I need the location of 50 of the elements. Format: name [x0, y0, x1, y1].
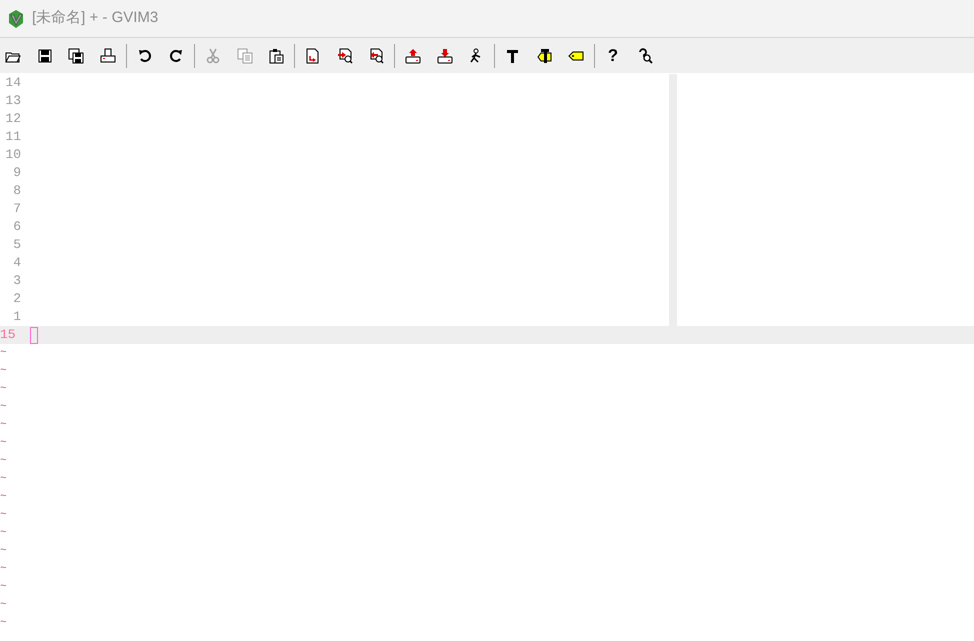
empty-line-tilde: ~ [0, 454, 8, 469]
line-number: 14 [4, 74, 21, 92]
line-number: 5 [12, 236, 21, 254]
line-number: 7 [12, 200, 21, 218]
window-title: [未命名] + - GVIM3 [32, 8, 158, 28]
empty-line-tilde: ~ [0, 346, 8, 361]
line-number: 3 [12, 272, 21, 290]
empty-line-tilde: ~ [0, 544, 8, 559]
line-number: 2 [12, 290, 21, 308]
floppy-disks-icon [68, 48, 84, 64]
line-number: 12 [4, 110, 21, 128]
vim-logo-icon [6, 8, 26, 28]
printer-icon [100, 48, 116, 64]
empty-line-tilde: ~ [0, 472, 8, 487]
line-number: 13 [4, 92, 21, 110]
undo-arrow-icon [136, 48, 152, 64]
tag-hammer-icon [536, 48, 552, 64]
empty-line-tilde: ~ [0, 580, 8, 595]
clipboard-icon [268, 48, 284, 64]
tray-up-arrow-icon [405, 48, 421, 64]
empty-line-tilde: ~ [0, 364, 8, 379]
current-line-number: 15 [0, 326, 17, 344]
line-number: 9 [12, 164, 21, 182]
line-number: 11 [4, 128, 21, 146]
scissors-icon [205, 48, 221, 64]
empty-line-tilde: ~ [0, 490, 8, 505]
question-magnifier-icon [636, 48, 652, 64]
tray-down-arrow-icon [436, 48, 452, 64]
empty-line-tilde: ~ [0, 400, 8, 415]
page-magnifier-arrow-icon [368, 48, 384, 64]
line-number: 8 [12, 182, 21, 200]
text-cursor [30, 326, 38, 344]
line-number: 4 [12, 254, 21, 272]
empty-line-tilde: ~ [0, 418, 8, 433]
page-replace-icon [305, 48, 321, 64]
page-magnifier-arrow-icon [336, 48, 352, 64]
empty-line-tilde: ~ [0, 616, 8, 631]
empty-line-tilde: ~ [0, 562, 8, 577]
hammer-icon [505, 48, 521, 64]
line-number: 10 [4, 146, 21, 164]
empty-line-tilde: ~ [0, 436, 8, 451]
empty-line-tilde: ~ [0, 382, 8, 397]
line-number: 6 [12, 218, 21, 236]
empty-line-tilde: ~ [0, 526, 8, 541]
copy-pages-icon [236, 48, 252, 64]
help-button[interactable]: ? [601, 44, 625, 68]
line-number: 1 [12, 308, 21, 326]
empty-line-tilde: ~ [0, 508, 8, 523]
empty-line-tilde: ~ [0, 598, 8, 613]
redo-arrow-icon [168, 48, 184, 64]
